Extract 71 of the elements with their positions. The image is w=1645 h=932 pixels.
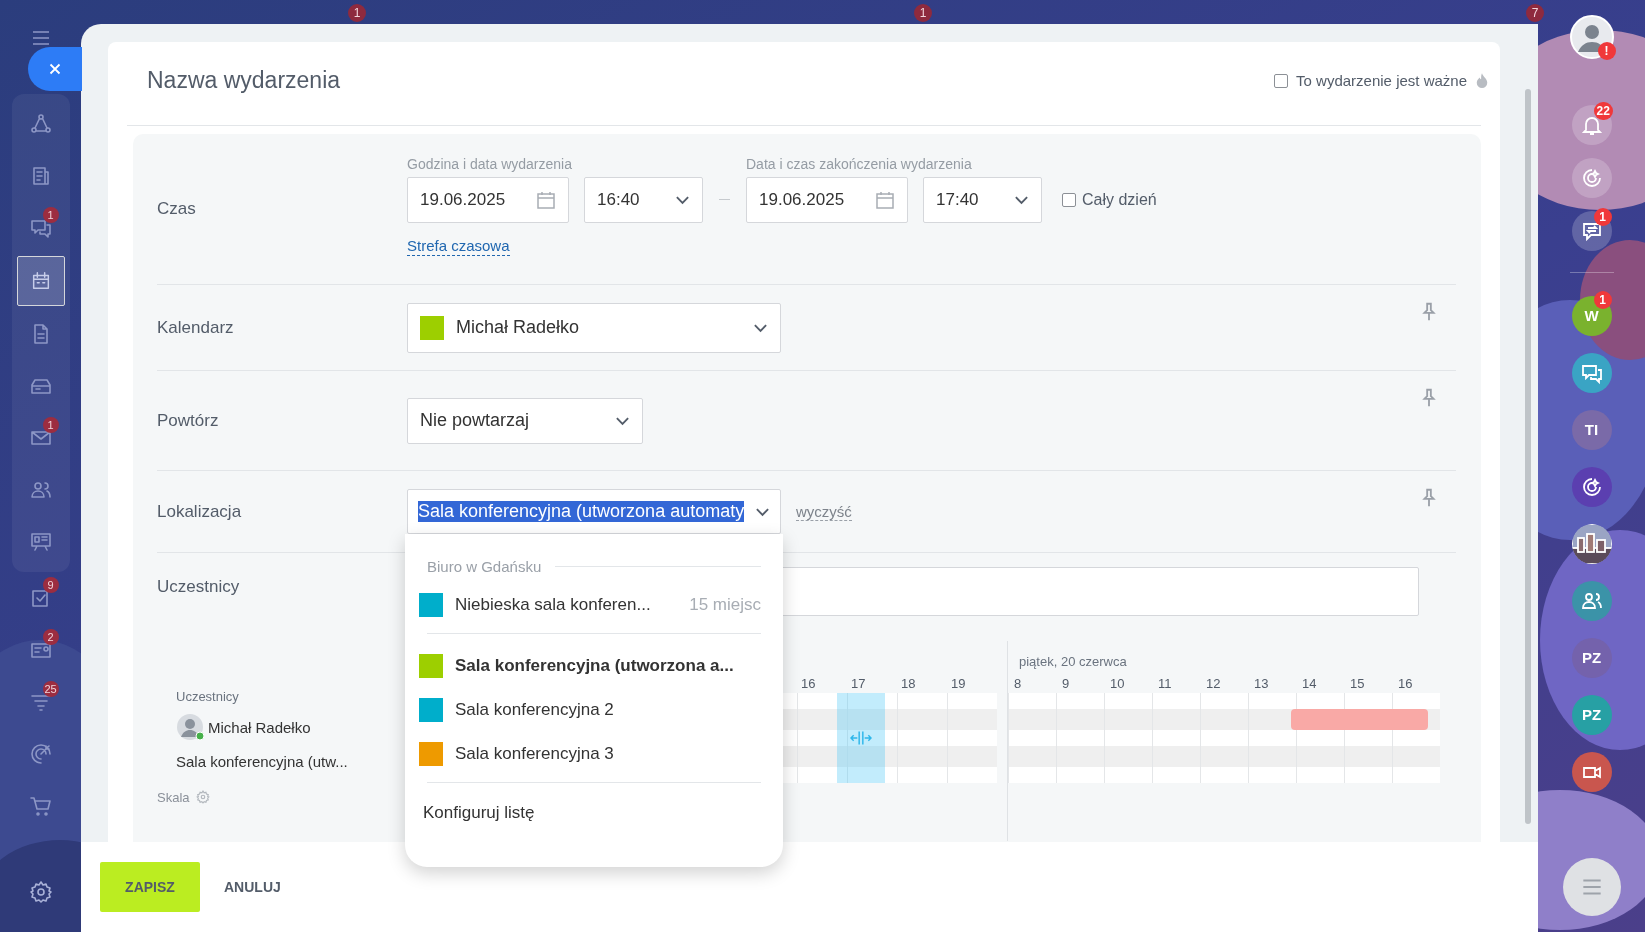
hour-label: 12 bbox=[1205, 676, 1222, 691]
event-title[interactable]: Nazwa wydarzenia bbox=[147, 67, 341, 94]
date-field[interactable]: 19.06.2025 bbox=[746, 177, 908, 223]
time-selection[interactable] bbox=[837, 693, 885, 783]
checkbox-label[interactable]: Cały dzień bbox=[1082, 191, 1157, 209]
field-caption: Data i czas zakończenia wydarzenia bbox=[746, 156, 973, 172]
room-name: Sala konferencyjna (utw... bbox=[176, 752, 348, 770]
checkbox[interactable] bbox=[1062, 193, 1076, 207]
hour-label: 14 bbox=[1301, 676, 1318, 691]
nav-item[interactable]: 1 bbox=[16, 204, 65, 252]
cart-icon bbox=[28, 794, 53, 818]
board-icon bbox=[28, 530, 53, 554]
field-label: Powtórz bbox=[157, 410, 220, 431]
chevron-icon bbox=[615, 415, 630, 426]
nav-item-selected[interactable] bbox=[16, 256, 65, 306]
resize-icon[interactable] bbox=[850, 730, 872, 746]
checkbox[interactable] bbox=[1274, 73, 1289, 88]
hour-label: 11 bbox=[1157, 676, 1173, 691]
column-caption: Uczestnicy bbox=[176, 689, 240, 704]
time-select[interactable]: 17:40 bbox=[923, 177, 1042, 223]
chevron-icon bbox=[753, 322, 768, 333]
flame-icon[interactable] bbox=[1475, 71, 1489, 90]
flow-icon bbox=[28, 112, 53, 136]
scrollbar[interactable] bbox=[1525, 89, 1531, 824]
day-title: piątek, 20 czerwca bbox=[1019, 654, 1127, 669]
calendar-select[interactable]: Michał Radełko bbox=[407, 302, 781, 353]
menu-item[interactable]: Sala konferencyjna (utworzona a... bbox=[419, 644, 761, 688]
nav-item[interactable]: 1 bbox=[16, 414, 65, 462]
location-select[interactable]: Sala konferencyjna (utworzona automaty bbox=[407, 489, 781, 534]
field-label: Uczestnicy bbox=[157, 577, 241, 597]
nav-item[interactable]: 2 bbox=[16, 626, 65, 674]
field-caption: Godzina i data wydarzenia bbox=[407, 156, 573, 172]
scale-label: Skala bbox=[157, 790, 190, 805]
chevron-icon bbox=[675, 195, 690, 205]
hour-label: 15 bbox=[1349, 676, 1366, 691]
save-button[interactable]: ZAPISZ bbox=[100, 862, 200, 912]
calendar-icon bbox=[875, 190, 895, 210]
menu-item[interactable]: Sala konferencyjna 2 bbox=[419, 688, 761, 732]
group-heading: Biuro w Gdańsku bbox=[427, 558, 542, 575]
menu-item[interactable]: Konfiguruj listę bbox=[419, 793, 535, 823]
clear-link[interactable]: wyczyść bbox=[796, 502, 852, 521]
attendee-name: Michał Radełko bbox=[208, 718, 311, 736]
avatar-icon bbox=[176, 713, 204, 741]
hour-label: 18 bbox=[900, 676, 917, 691]
field-label: Czas bbox=[157, 199, 197, 219]
cancel-button[interactable]: ANULUJ bbox=[220, 875, 285, 899]
settings-icon[interactable] bbox=[29, 880, 53, 904]
timezone-link[interactable]: Strefa czasowa bbox=[407, 237, 510, 256]
hour-label: 13 bbox=[1253, 676, 1270, 691]
target-icon bbox=[28, 742, 53, 766]
chevron-icon bbox=[1014, 195, 1029, 205]
field-label: Kalendarz bbox=[157, 317, 235, 338]
hour-label: 16 bbox=[1397, 676, 1414, 691]
hour-label: 17 bbox=[850, 676, 867, 691]
repeat-select[interactable]: Nie powtarzaj bbox=[407, 397, 643, 444]
close-button[interactable] bbox=[28, 47, 82, 91]
hour-label: 16 bbox=[800, 676, 817, 691]
date-field[interactable]: 19.06.2025 bbox=[407, 177, 569, 223]
hour-label: 8 bbox=[1013, 676, 1023, 691]
menu-item[interactable]: Sala konferencyjna 3 bbox=[419, 732, 761, 776]
nav-item[interactable]: 25 bbox=[16, 678, 65, 726]
field-label: Lokalizacja bbox=[157, 501, 243, 522]
hour-label: 10 bbox=[1109, 676, 1126, 691]
hour-label: 19 bbox=[950, 676, 967, 691]
time-select[interactable]: 16:40 bbox=[584, 177, 703, 223]
chevron-icon bbox=[755, 506, 770, 517]
hour-label: 9 bbox=[1061, 676, 1071, 691]
calendar-icon bbox=[536, 190, 556, 210]
checkbox-label[interactable]: To wydarzenie jest ważne bbox=[1296, 72, 1467, 89]
menu-item[interactable]: Niebieska sala konferen... 15 miejsc bbox=[419, 583, 761, 627]
nav-item[interactable]: 9 bbox=[16, 574, 65, 622]
